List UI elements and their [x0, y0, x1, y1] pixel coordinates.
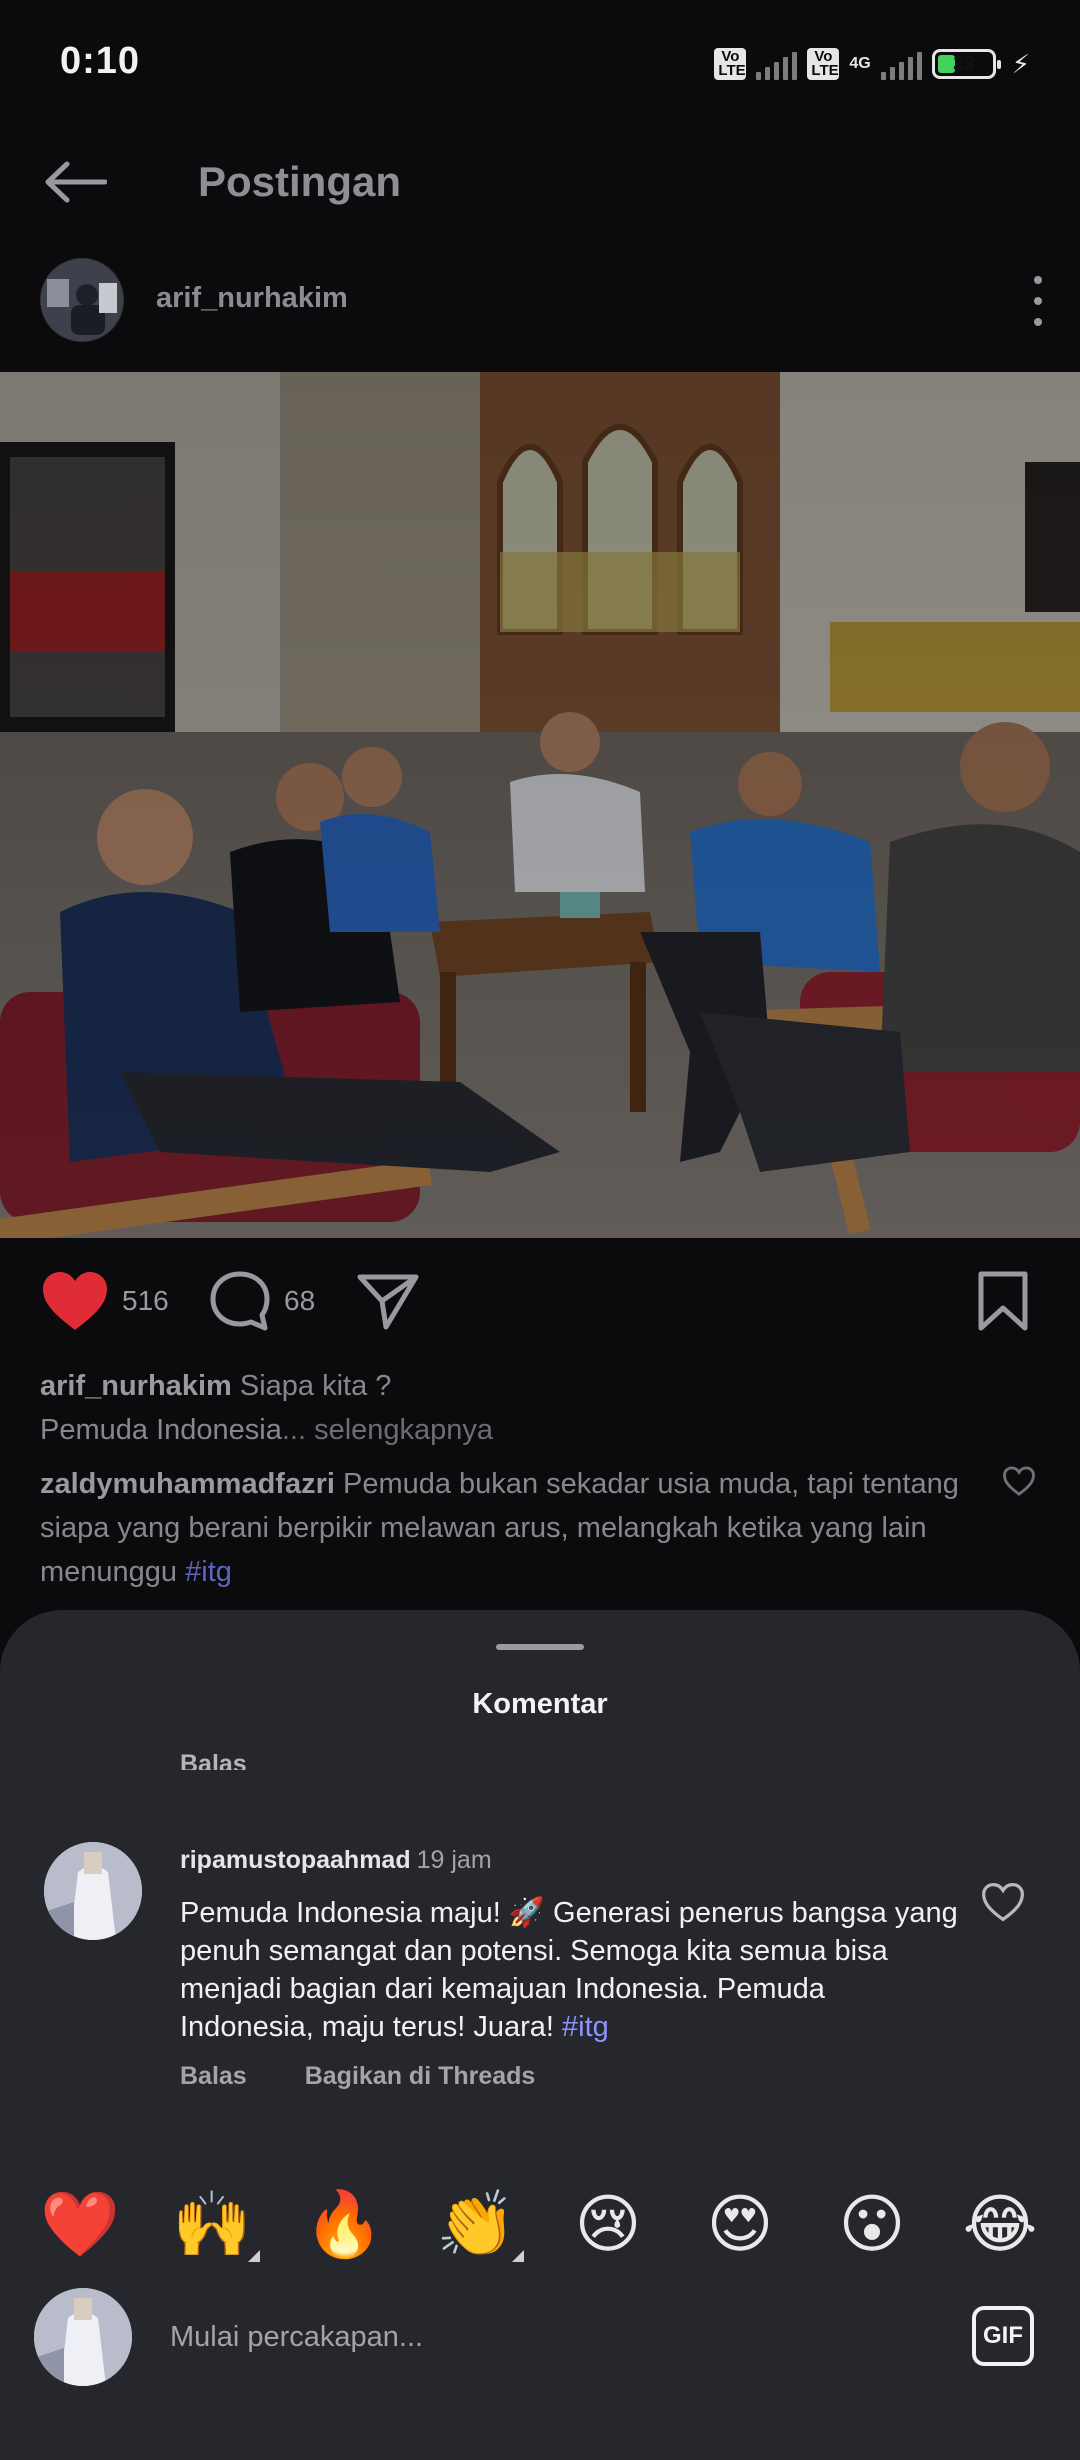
- avatar-image: [41, 259, 123, 341]
- comment-time: 19 jam: [416, 1846, 492, 1874]
- heart-filled-icon: [43, 1272, 107, 1330]
- volte-icon: Vo LTE: [714, 48, 747, 80]
- skin-tone-indicator: [512, 2250, 524, 2262]
- share-threads-button[interactable]: Bagikan di Threads: [305, 2062, 536, 2091]
- more-options-button[interactable]: [1026, 276, 1050, 326]
- commenter-avatar[interactable]: [44, 1842, 142, 1940]
- post-caption-line2: Pemuda Indonesia... selengkapnya: [40, 1408, 1040, 1452]
- emoji-reaction-bar: ❤️ 🙌 🔥 👏 😢 😍 😮 😂: [0, 2182, 1080, 2266]
- page-title: Postingan: [198, 158, 402, 205]
- hashtag-link[interactable]: #itg: [185, 1556, 232, 1588]
- comment-bubble-icon: [210, 1271, 270, 1331]
- emoji-fire-button[interactable]: 🔥: [302, 2182, 386, 2266]
- top-comment: zaldymuhammadfazri Pemuda bukan sekadar …: [40, 1462, 1000, 1594]
- bookmark-icon: [978, 1271, 1028, 1331]
- app-header: Postingan: [0, 140, 1080, 224]
- back-button[interactable]: [40, 154, 110, 210]
- comment-input[interactable]: [170, 2310, 930, 2364]
- caption-username[interactable]: arif_nurhakim: [40, 1370, 232, 1402]
- comment-input-row: GIF: [0, 2288, 1080, 2388]
- status-icons: Vo LTE Vo LTE 4G 29 ⚡: [714, 44, 1030, 84]
- post-image: [0, 372, 1080, 1238]
- charging-icon: ⚡: [1011, 48, 1030, 79]
- comment-actions: Balas Bagikan di Threads: [180, 2062, 535, 2091]
- comment-like-button[interactable]: [980, 1882, 1026, 1927]
- avatar-image: [34, 2288, 132, 2386]
- volte-icon: Vo LTE: [807, 48, 840, 80]
- signal-icon: [880, 48, 922, 80]
- post-caption: arif_nurhakim Siapa kita ?: [40, 1364, 1040, 1408]
- emoji-raised-hands-button[interactable]: 🙌: [170, 2182, 260, 2266]
- signal-icon: [756, 48, 798, 80]
- reply-button[interactable]: Balas: [180, 2062, 247, 2091]
- author-username[interactable]: arif_nurhakim: [156, 282, 348, 315]
- status-bar: 0:10 Vo LTE Vo LTE 4G 29 ⚡: [0, 0, 1080, 130]
- see-more-link[interactable]: ... selengkapnya: [282, 1414, 493, 1446]
- send-icon: [357, 1274, 419, 1330]
- emoji-laughing-button[interactable]: 😂: [958, 2182, 1042, 2266]
- hashtag-link[interactable]: #itg: [562, 2011, 609, 2043]
- top-comment-like-button[interactable]: [1002, 1466, 1036, 1501]
- post-photo[interactable]: [0, 372, 1080, 1238]
- commenter-name[interactable]: ripamustopaahmad: [180, 1846, 411, 1874]
- comment-count: 68: [284, 1285, 316, 1316]
- status-time: 0:10: [60, 40, 141, 82]
- like-count: 516: [122, 1285, 169, 1316]
- emoji-heart-eyes-button[interactable]: 😍: [698, 2182, 782, 2266]
- comment-text: Pemuda Indonesia maju! 🚀 Generasi peneru…: [180, 1894, 960, 2046]
- post-author-row: arif_nurhakim: [0, 256, 1080, 342]
- heart-outline-icon: [1003, 1466, 1035, 1496]
- emoji-crying-button[interactable]: 😢: [566, 2182, 650, 2266]
- author-avatar[interactable]: [40, 258, 124, 342]
- share-button[interactable]: [356, 1266, 420, 1336]
- sheet-drag-handle[interactable]: [496, 1644, 584, 1650]
- emoji-glyph: 👏: [436, 2188, 516, 2260]
- comment-button[interactable]: 68: [208, 1266, 315, 1336]
- like-button[interactable]: 516: [40, 1266, 169, 1336]
- emoji-heart-button[interactable]: ❤️: [38, 2182, 122, 2266]
- reply-link-partial[interactable]: Balas: [180, 1750, 247, 1770]
- top-comment-username[interactable]: zaldymuhammadfazri: [40, 1468, 335, 1500]
- post-actions: 516 68: [0, 1266, 1080, 1346]
- save-button[interactable]: [976, 1266, 1030, 1336]
- sheet-title: Komentar: [472, 1688, 608, 1720]
- skin-tone-indicator: [248, 2250, 260, 2262]
- dot: [1034, 276, 1042, 284]
- back-arrow-icon: [45, 161, 107, 203]
- caption-line2: Pemuda Indonesia: [40, 1414, 282, 1446]
- system-nav-area: [0, 2418, 1080, 2460]
- commenter-username: ripamustopaahmad 19 jam: [180, 1846, 492, 1875]
- emoji-glyph: 🙌: [172, 2188, 252, 2260]
- gif-button[interactable]: GIF: [972, 2306, 1034, 2366]
- battery-level: 29: [953, 53, 975, 74]
- dot: [1034, 318, 1042, 326]
- heart-outline-icon: [982, 1882, 1024, 1922]
- emoji-clap-button[interactable]: 👏: [434, 2182, 524, 2266]
- dot: [1034, 297, 1042, 305]
- battery-icon: 29: [931, 49, 1001, 79]
- current-user-avatar: [34, 2288, 132, 2386]
- avatar-image: [44, 1842, 142, 1940]
- emoji-surprised-button[interactable]: 😮: [830, 2182, 914, 2266]
- caption-text: Siapa kita ?: [239, 1370, 392, 1402]
- network-type: 4G: [849, 55, 871, 72]
